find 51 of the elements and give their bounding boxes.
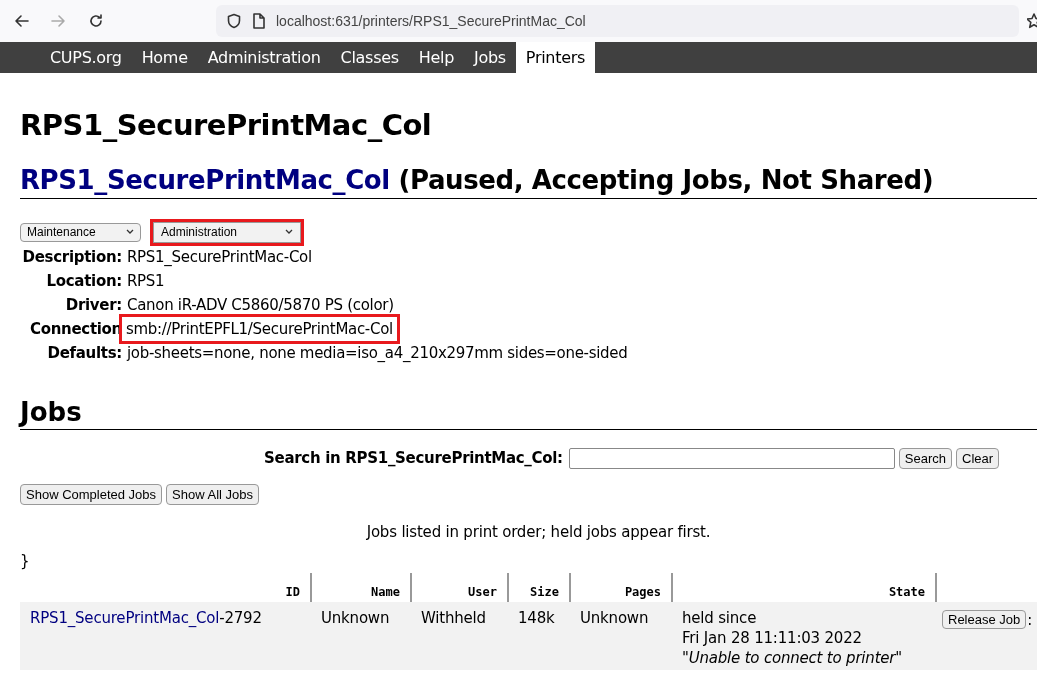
field-value: Canon iR-ADV C5860/5870 PS (color): [126, 295, 395, 316]
clear-button[interactable]: Clear: [956, 447, 1000, 469]
section-heading: Jobs: [20, 396, 82, 429]
page-title: RPS1_SecurePrintMac_Col: [20, 107, 433, 143]
page-icon: [252, 13, 266, 29]
jobs-note: Jobs listed in print order; held jobs appear first.: [365, 522, 712, 542]
job-link[interactable]: RPS1_SecurePrintMac_Col: [30, 609, 220, 627]
field-label: Driver:: [64, 295, 122, 316]
field-label: Location:: [45, 271, 122, 292]
field-value: smb://PrintEPFL1/SecurePrintMac-Col: [122, 317, 397, 341]
field-value: RPS1_SecurePrintMac-Col: [126, 247, 313, 268]
search-button[interactable]: Search: [898, 447, 952, 469]
nav-link[interactable]: Printers: [515, 42, 596, 73]
state-text: held since: [682, 608, 757, 628]
nav-link[interactable]: Classes: [330, 42, 409, 73]
show-jobs-button[interactable]: Show Completed Jobs: [20, 484, 163, 505]
chevron-icon: [126, 229, 134, 235]
star-icon[interactable]: [1027, 13, 1037, 29]
printer-heading: RPS1_SecurePrintMac_Col (Paused, Accepting Jobs, Not Shared): [20, 164, 934, 196]
printer-link[interactable]: RPS1_SecurePrintMac_Col: [20, 165, 390, 195]
reload-icon[interactable]: [88, 13, 104, 29]
administration-dropdown[interactable]: Administration: [150, 218, 304, 246]
state-message: "Unable to connect to printer": [682, 648, 903, 668]
nav-link[interactable]: Home: [131, 42, 198, 73]
url-text: localhost:631/printers/RPS1_SecurePrintMac_Col: [276, 13, 586, 29]
field-label: Description:: [21, 247, 122, 268]
shield-icon: [226, 13, 242, 29]
field-label: Connection: [28, 319, 122, 340]
nav-link[interactable]: Help: [408, 42, 465, 73]
state-time: Fri Jan 28 11:11:03 2022: [682, 628, 862, 648]
chevron-icon: [285, 229, 293, 235]
job-number: -2792: [219, 609, 262, 627]
nav-link[interactable]: CUPS.org: [40, 42, 132, 73]
table-cell: Withheld: [411, 602, 508, 670]
trailing-text: :: [1027, 610, 1033, 630]
field-label: Defaults:: [46, 343, 122, 364]
stray-text: }: [20, 552, 30, 570]
nav-link[interactable]: Jobs: [464, 42, 516, 73]
back-icon[interactable]: [14, 13, 30, 29]
address-bar[interactable]: localhost:631/printers/RPS1_SecurePrintMac_Col: [216, 5, 1019, 37]
table-cell: Unknown: [311, 602, 411, 670]
release-job-button[interactable]: Release Job: [942, 610, 1027, 629]
nav-link[interactable]: Administration: [197, 42, 331, 73]
table-cell: 148k: [508, 602, 570, 670]
search-label: Search in RPS1_SecurePrintMac_Col:: [264, 449, 563, 467]
field-value: job-sheets=none, none media=iso_a4_210x297mm sides=one-sided: [126, 343, 629, 364]
search-field[interactable]: [568, 447, 895, 469]
maintenance-dropdown[interactable]: Maintenance: [20, 222, 141, 242]
field-value: RPS1: [126, 271, 166, 292]
show-jobs-button[interactable]: Show All Jobs: [166, 484, 259, 505]
table-cell: Unknown: [570, 602, 672, 670]
